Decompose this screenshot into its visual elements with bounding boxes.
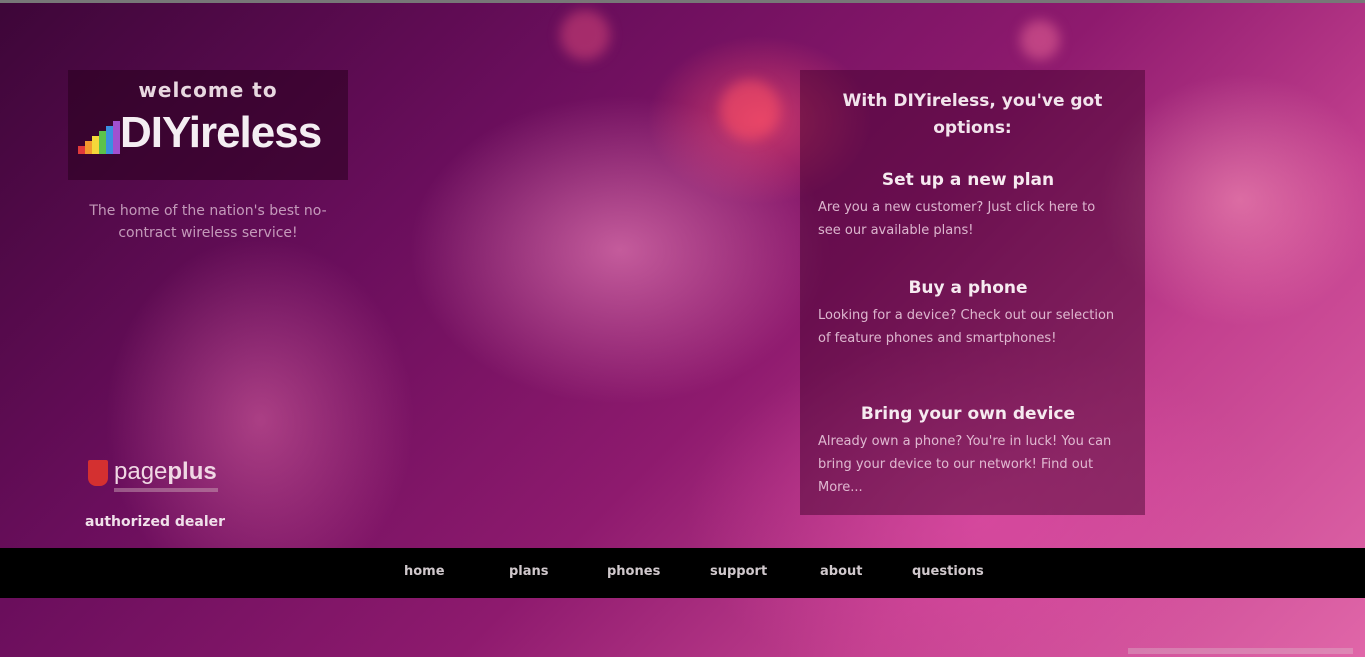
welcome-intro: welcome to xyxy=(138,78,278,102)
nav-plans[interactable]: plans xyxy=(509,564,549,579)
welcome-logo-box[interactable]: welcome to DIYireless xyxy=(68,70,348,180)
nav-phones[interactable]: phones xyxy=(607,564,660,579)
option-title[interactable]: Set up a new plan xyxy=(818,170,1118,190)
options-panel: With DIYireless, you've got options: Set… xyxy=(800,70,1145,515)
dealer-brand-bold: plus xyxy=(167,458,217,485)
nav-about[interactable]: about xyxy=(820,564,862,579)
top-border xyxy=(0,0,1365,3)
landing-page: welcome to DIYireless The home of the na… xyxy=(0,0,1365,657)
nav-support[interactable]: support xyxy=(710,564,767,579)
signal-bar xyxy=(113,121,120,154)
background-light xyxy=(560,10,610,60)
signal-bar xyxy=(92,136,99,154)
nav-questions[interactable]: questions xyxy=(912,564,984,579)
footer-credit-strip xyxy=(1128,648,1353,654)
tagline: The home of the nation's best no-contrac… xyxy=(89,203,327,241)
signal-bar xyxy=(99,131,106,154)
option-title[interactable]: Bring your own device xyxy=(818,404,1118,424)
option-title[interactable]: Buy a phone xyxy=(818,278,1118,298)
option-new-plan[interactable]: Set up a new plan Are you a new customer… xyxy=(818,170,1118,242)
option-description: Are you a new customer? Just click here … xyxy=(818,200,1096,238)
option-description: Already own a phone? You're in luck! You… xyxy=(818,434,1112,495)
nav-home[interactable]: home xyxy=(404,564,445,579)
options-header: With DIYireless, you've got options: xyxy=(842,91,1103,138)
signal-bar xyxy=(85,141,92,154)
dealer-label: authorized dealer xyxy=(84,514,226,530)
dealer-brand-underline xyxy=(114,488,218,492)
background-light xyxy=(1020,20,1060,60)
dealer-badge[interactable]: pageplus authorized dealer xyxy=(70,448,240,544)
pageplus-logo-icon xyxy=(88,460,108,486)
option-byod[interactable]: Bring your own device Already own a phon… xyxy=(818,404,1118,499)
logo-wordmark: DIYireless xyxy=(120,108,322,157)
dealer-brand-light: page xyxy=(114,458,168,485)
background-light xyxy=(720,80,780,140)
signal-bars-icon xyxy=(78,118,124,154)
dealer-brand: pageplus xyxy=(114,458,217,486)
signal-bar xyxy=(78,146,85,154)
signal-bar xyxy=(106,126,113,154)
option-buy-phone[interactable]: Buy a phone Looking for a device? Check … xyxy=(818,278,1118,350)
main-navbar: home plans phones support about question… xyxy=(0,548,1365,598)
option-description: Looking for a device? Check out our sele… xyxy=(818,308,1115,346)
